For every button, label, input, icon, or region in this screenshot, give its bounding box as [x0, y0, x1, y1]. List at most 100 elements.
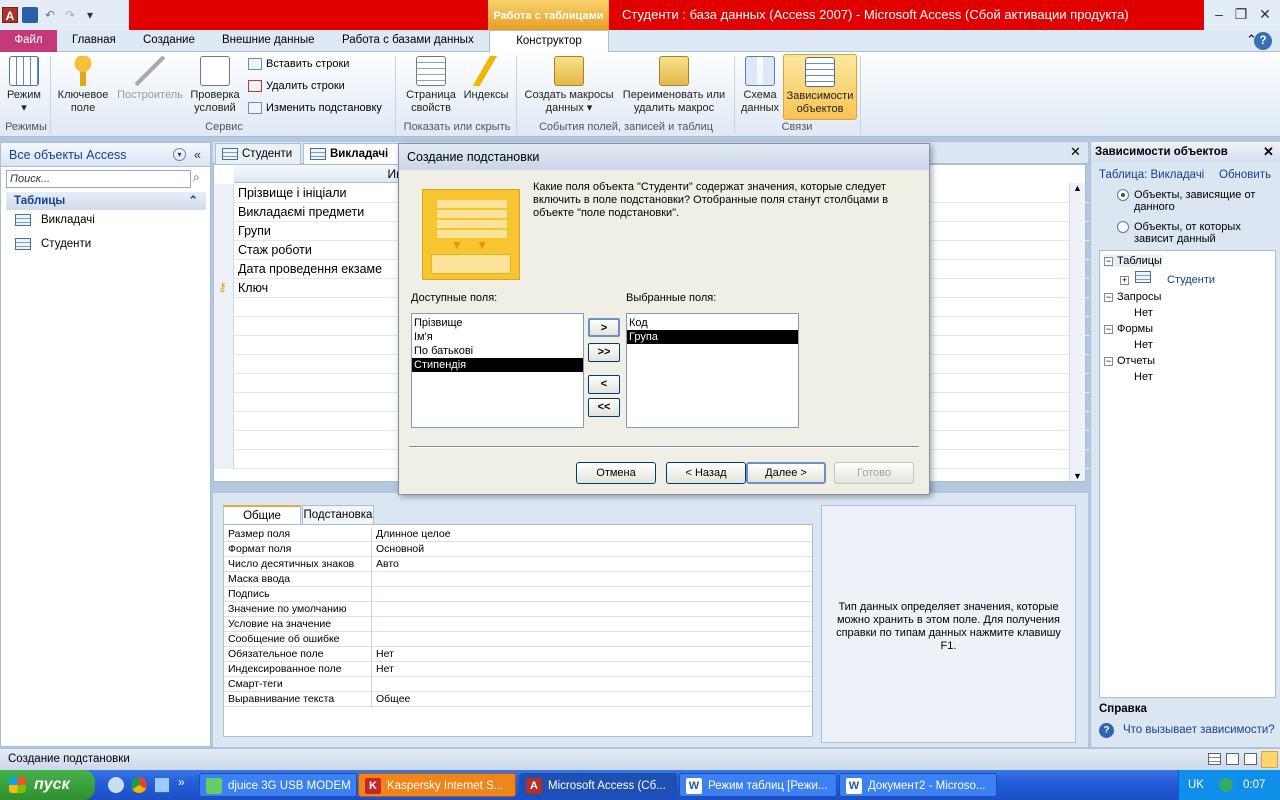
remove-one-button[interactable]: <	[588, 375, 620, 394]
task-access[interactable]: A Microsoft Access (Сб...	[519, 773, 677, 797]
task-kaspersky[interactable]: K Kaspersky Internet S...	[358, 773, 516, 797]
nav-item-studenty[interactable]: Студенти	[15, 238, 91, 250]
tab-lookup[interactable]: Подстановка	[302, 505, 374, 524]
tab-database-tools[interactable]: Работа с базами данных	[332, 30, 484, 52]
redo-icon[interactable]: ↷	[62, 7, 78, 23]
insert-rows-button[interactable]: Вставить строки	[248, 58, 349, 70]
property-row[interactable]: Сообщение об ошибке	[224, 632, 812, 647]
collapse-icon[interactable]: −	[1104, 256, 1113, 266]
question-icon[interactable]: ?	[1254, 32, 1272, 50]
design-view-icon[interactable]	[1261, 751, 1278, 768]
grid-scrollbar[interactable]: ▲ ▼	[1069, 183, 1085, 481]
doc-tab-studenty[interactable]: Студенти	[215, 143, 301, 164]
dialog-title[interactable]: Создание подстановки	[399, 144, 929, 170]
radio-dependent-objects[interactable]: Объекты, зависящие от данного	[1117, 189, 1277, 213]
key-field-button[interactable]: Ключевое поле	[54, 56, 112, 115]
tab-home[interactable]: Главная	[62, 30, 126, 52]
tree-node-studenty[interactable]: + Студенти	[1120, 271, 1215, 286]
nav-item-vykladachi[interactable]: Викладачі	[15, 214, 95, 226]
list-item[interactable]: Ім'я	[412, 330, 583, 344]
nav-menu-icon[interactable]: ▾	[173, 148, 186, 161]
quick-launch-icon[interactable]	[108, 777, 124, 793]
minimize-icon[interactable]: –	[1208, 4, 1230, 24]
chrome-icon[interactable]	[131, 777, 147, 793]
undo-icon[interactable]: ↶	[42, 7, 58, 23]
list-item[interactable]: Стипендія	[412, 358, 583, 372]
property-row[interactable]: Смарт-теги	[224, 677, 812, 692]
nav-search-input[interactable]: Поиск...	[6, 170, 191, 188]
nav-header[interactable]: Все объекты Access ▾ «	[1, 143, 210, 167]
property-row[interactable]: Формат поля Основной	[224, 542, 812, 557]
show-desktop-icon[interactable]	[154, 777, 170, 793]
property-row[interactable]: Размер поля Длинное целое	[224, 527, 812, 542]
access-app-icon[interactable]: A	[2, 7, 18, 23]
rename-delete-macro-button[interactable]: Переименовать или удалить макрос	[618, 56, 730, 115]
indexes-button[interactable]: Индексы	[460, 56, 512, 102]
more-icon[interactable]: »	[178, 775, 185, 789]
available-fields-list[interactable]: Прізвище Ім'я По батькові Стипендія	[411, 313, 584, 428]
tray-icon[interactable]	[1219, 778, 1233, 792]
language-indicator[interactable]: UK	[1188, 770, 1204, 800]
collapse-icon[interactable]: −	[1104, 292, 1113, 302]
task-djuice[interactable]: djuice 3G USB MODEM	[199, 773, 357, 797]
next-button[interactable]: Далее >	[746, 462, 826, 484]
list-item[interactable]: Код	[627, 316, 798, 330]
back-button[interactable]: < Назад	[666, 462, 746, 484]
finish-button[interactable]: Готово	[834, 462, 914, 484]
collapse-nav-icon[interactable]: «	[194, 143, 201, 167]
save-icon[interactable]	[22, 7, 38, 23]
move-one-button[interactable]: >	[588, 318, 620, 337]
tree-node-reports[interactable]: − Отчеты	[1104, 355, 1155, 367]
property-row[interactable]: Условие на значение	[224, 617, 812, 632]
tab-create[interactable]: Создание	[133, 30, 205, 52]
task-word-tables[interactable]: W Режим таблиц [Режи...	[679, 773, 837, 797]
refresh-link[interactable]: Обновить	[1219, 169, 1271, 181]
task-word-doc2[interactable]: W Документ2 - Microso...	[839, 773, 997, 797]
delete-rows-button[interactable]: Удалить строки	[248, 80, 345, 92]
datasheet-view-icon[interactable]	[1208, 753, 1221, 765]
chart-view-icon[interactable]	[1244, 753, 1257, 765]
tab-file[interactable]: Файл	[0, 30, 57, 52]
property-row[interactable]: Число десятичных знаков Авто	[224, 557, 812, 572]
property-row[interactable]: Индексированное поле Нет	[224, 662, 812, 677]
tree-node-queries[interactable]: − Запросы	[1104, 291, 1161, 303]
close-document-icon[interactable]: ✕	[1070, 144, 1081, 160]
nav-group-tables[interactable]: Таблицы ⌃	[6, 192, 206, 210]
object-dependencies-button[interactable]: Зависимости объектов	[783, 54, 857, 120]
close-icon[interactable]: ✕	[1254, 4, 1276, 24]
property-row[interactable]: Значение по умолчанию	[224, 602, 812, 617]
builder-button[interactable]: Построитель	[114, 56, 186, 102]
tree-node-tables[interactable]: − Таблицы	[1104, 255, 1162, 267]
property-row[interactable]: Маска ввода	[224, 572, 812, 587]
tab-design[interactable]: Конструктор	[489, 30, 609, 53]
expand-icon[interactable]: +	[1120, 275, 1129, 285]
pivot-view-icon[interactable]	[1226, 753, 1239, 765]
chevron-up-icon[interactable]: ⌃	[188, 192, 198, 210]
list-item[interactable]: Група	[627, 330, 798, 344]
tab-external-data[interactable]: Внешние данные	[212, 30, 324, 52]
table-link[interactable]: Таблица: Викладачі	[1099, 169, 1204, 181]
customize-qat-icon[interactable]: ▾	[82, 7, 98, 23]
help-link[interactable]: Что вызывает зависимости?	[1123, 724, 1275, 736]
doc-tab-vykladachi[interactable]: Викладачі	[303, 143, 399, 164]
cancel-button[interactable]: Отмена	[576, 462, 656, 484]
property-row[interactable]: Обязательное поле Нет	[224, 647, 812, 662]
search-icon[interactable]: ⌕	[193, 170, 200, 185]
property-row[interactable]: Выравнивание текста Общее	[224, 692, 812, 707]
collapse-icon[interactable]: −	[1104, 356, 1113, 366]
scroll-down-icon[interactable]: ▼	[1073, 471, 1082, 481]
move-all-button[interactable]: >>	[588, 343, 620, 362]
close-pane-icon[interactable]: ✕	[1263, 142, 1274, 162]
selected-fields-list[interactable]: Код Група	[626, 313, 799, 428]
property-sheet-button[interactable]: Страница свойств	[402, 56, 460, 115]
tree-node-forms[interactable]: − Формы	[1104, 323, 1153, 335]
relationships-button[interactable]: Схема данных	[738, 56, 782, 115]
remove-all-button[interactable]: <<	[588, 398, 620, 417]
list-item[interactable]: По батькові	[412, 344, 583, 358]
tab-general[interactable]: Общие	[223, 505, 301, 524]
collapse-icon[interactable]: −	[1104, 324, 1113, 334]
modify-lookup-button[interactable]: Изменить подстановку	[248, 102, 382, 114]
create-data-macros-button[interactable]: Создать макросы данных ▾	[520, 56, 618, 115]
list-item[interactable]: Прізвище	[412, 316, 583, 330]
check-rules-button[interactable]: Проверка условий	[186, 56, 244, 115]
